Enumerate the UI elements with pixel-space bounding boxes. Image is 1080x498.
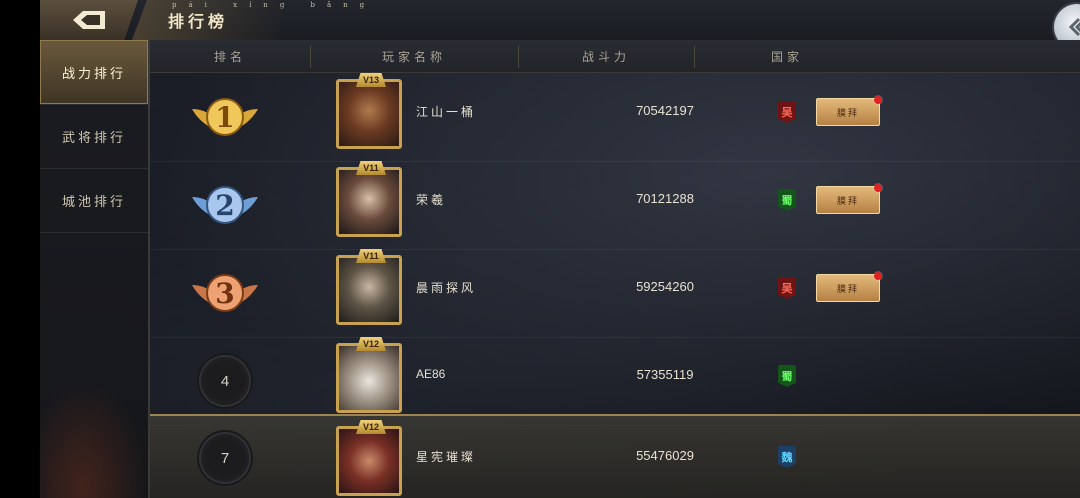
rank-1-medal-icon: 1 — [190, 83, 260, 151]
avatar[interactable] — [336, 343, 402, 413]
worship-button[interactable]: 膜拜 — [816, 96, 882, 126]
tab-city-ranking[interactable]: 城池排行 — [40, 168, 148, 233]
combat-power: 70542197 — [636, 103, 694, 118]
nation-flag-icon: 蜀 — [778, 365, 796, 387]
col-header-nation: 国家 — [770, 49, 803, 64]
chevron-left-close-icon — [1068, 17, 1080, 37]
avatar[interactable] — [336, 79, 402, 149]
ranking-sidebar: 战力排行 武将排行 城池排行 — [40, 40, 150, 498]
player-name: 晨雨探风 — [416, 281, 477, 295]
avatar[interactable] — [336, 426, 402, 496]
table-row[interactable]: 3 V11 晨雨探风 59254260 吴 膜拜 — [150, 249, 1080, 338]
rank-label: 2 — [215, 189, 234, 222]
nation-flag-icon: 魏 — [778, 446, 796, 468]
rank-cell: 4 — [190, 347, 260, 415]
combat-power: 59254260 — [636, 279, 694, 294]
vip-badge: V11 — [356, 161, 386, 175]
player-name: AE86 — [416, 367, 446, 381]
back-arrow-icon — [73, 11, 105, 29]
rank-2-medal-icon: 2 — [190, 171, 260, 239]
combat-power: 70121288 — [636, 191, 694, 206]
worship-label: 膜拜 — [836, 108, 859, 119]
vip-badge: V13 — [356, 73, 386, 87]
top-bar: pái xíng bǎng 排行榜 — [40, 0, 1080, 50]
player-name: 荣羲 — [416, 193, 447, 207]
nation-flag-icon: 蜀 — [778, 189, 796, 211]
player-name: 星宪璀璨 — [416, 450, 477, 464]
nation-flag-icon: 吴 — [778, 101, 796, 123]
rank-label: 3 — [215, 277, 234, 310]
notification-dot-icon — [874, 272, 882, 280]
table-row[interactable]: 2 V11 荣羲 70121288 蜀 膜拜 — [150, 161, 1080, 250]
table-row[interactable]: 4 V12 AE86 57355119 蜀 — [150, 337, 1080, 426]
col-header-power: 战斗力 — [581, 49, 630, 64]
my-rank-row[interactable]: 7 V12 星宪璀璨 55476029 魏 — [150, 414, 1080, 498]
avatar[interactable] — [336, 167, 402, 237]
sidebar-decoration — [40, 378, 148, 498]
worship-button[interactable]: 膜拜 — [816, 272, 882, 302]
avatar[interactable] — [336, 255, 402, 325]
combat-power: 57355119 — [636, 367, 694, 382]
vip-badge: V12 — [356, 337, 386, 351]
tab-power-ranking[interactable]: 战力排行 — [40, 40, 148, 105]
rank-label: 1 — [215, 101, 234, 134]
rank-cell: 7 — [190, 424, 260, 492]
rank-3-medal-icon: 3 — [190, 259, 260, 327]
rank-label: 7 — [201, 434, 249, 482]
nation-flag-icon: 吴 — [778, 277, 796, 299]
notification-dot-icon — [874, 96, 882, 104]
back-button[interactable] — [40, 0, 138, 40]
player-name: 江山一桶 — [416, 105, 477, 119]
vip-badge: V12 — [356, 420, 386, 434]
combat-power: 55476029 — [636, 448, 694, 463]
vip-badge: V11 — [356, 249, 386, 263]
notification-dot-icon — [874, 184, 882, 192]
col-header-player: 玩家名称 — [381, 49, 446, 64]
table-row[interactable]: 1 V13 江山一桶 70542197 吴 膜拜 — [150, 73, 1080, 162]
table-header: 排名 玩家名称 战斗力 国家 — [150, 40, 1080, 73]
rank-label: 4 — [201, 357, 249, 405]
game-viewport: pái xíng bǎng 排行榜 战力排行 武将排行 城池排行 排名 玩家名称… — [40, 0, 1080, 498]
col-header-rank: 排名 — [213, 49, 246, 64]
tab-general-ranking[interactable]: 武将排行 — [40, 104, 148, 169]
worship-button[interactable]: 膜拜 — [816, 184, 882, 214]
worship-label: 膜拜 — [836, 284, 859, 295]
worship-label: 膜拜 — [836, 196, 859, 207]
screen: pái xíng bǎng 排行榜 战力排行 武将排行 城池排行 排名 玩家名称… — [0, 0, 1080, 498]
page-title: 排行榜 — [168, 12, 229, 31]
